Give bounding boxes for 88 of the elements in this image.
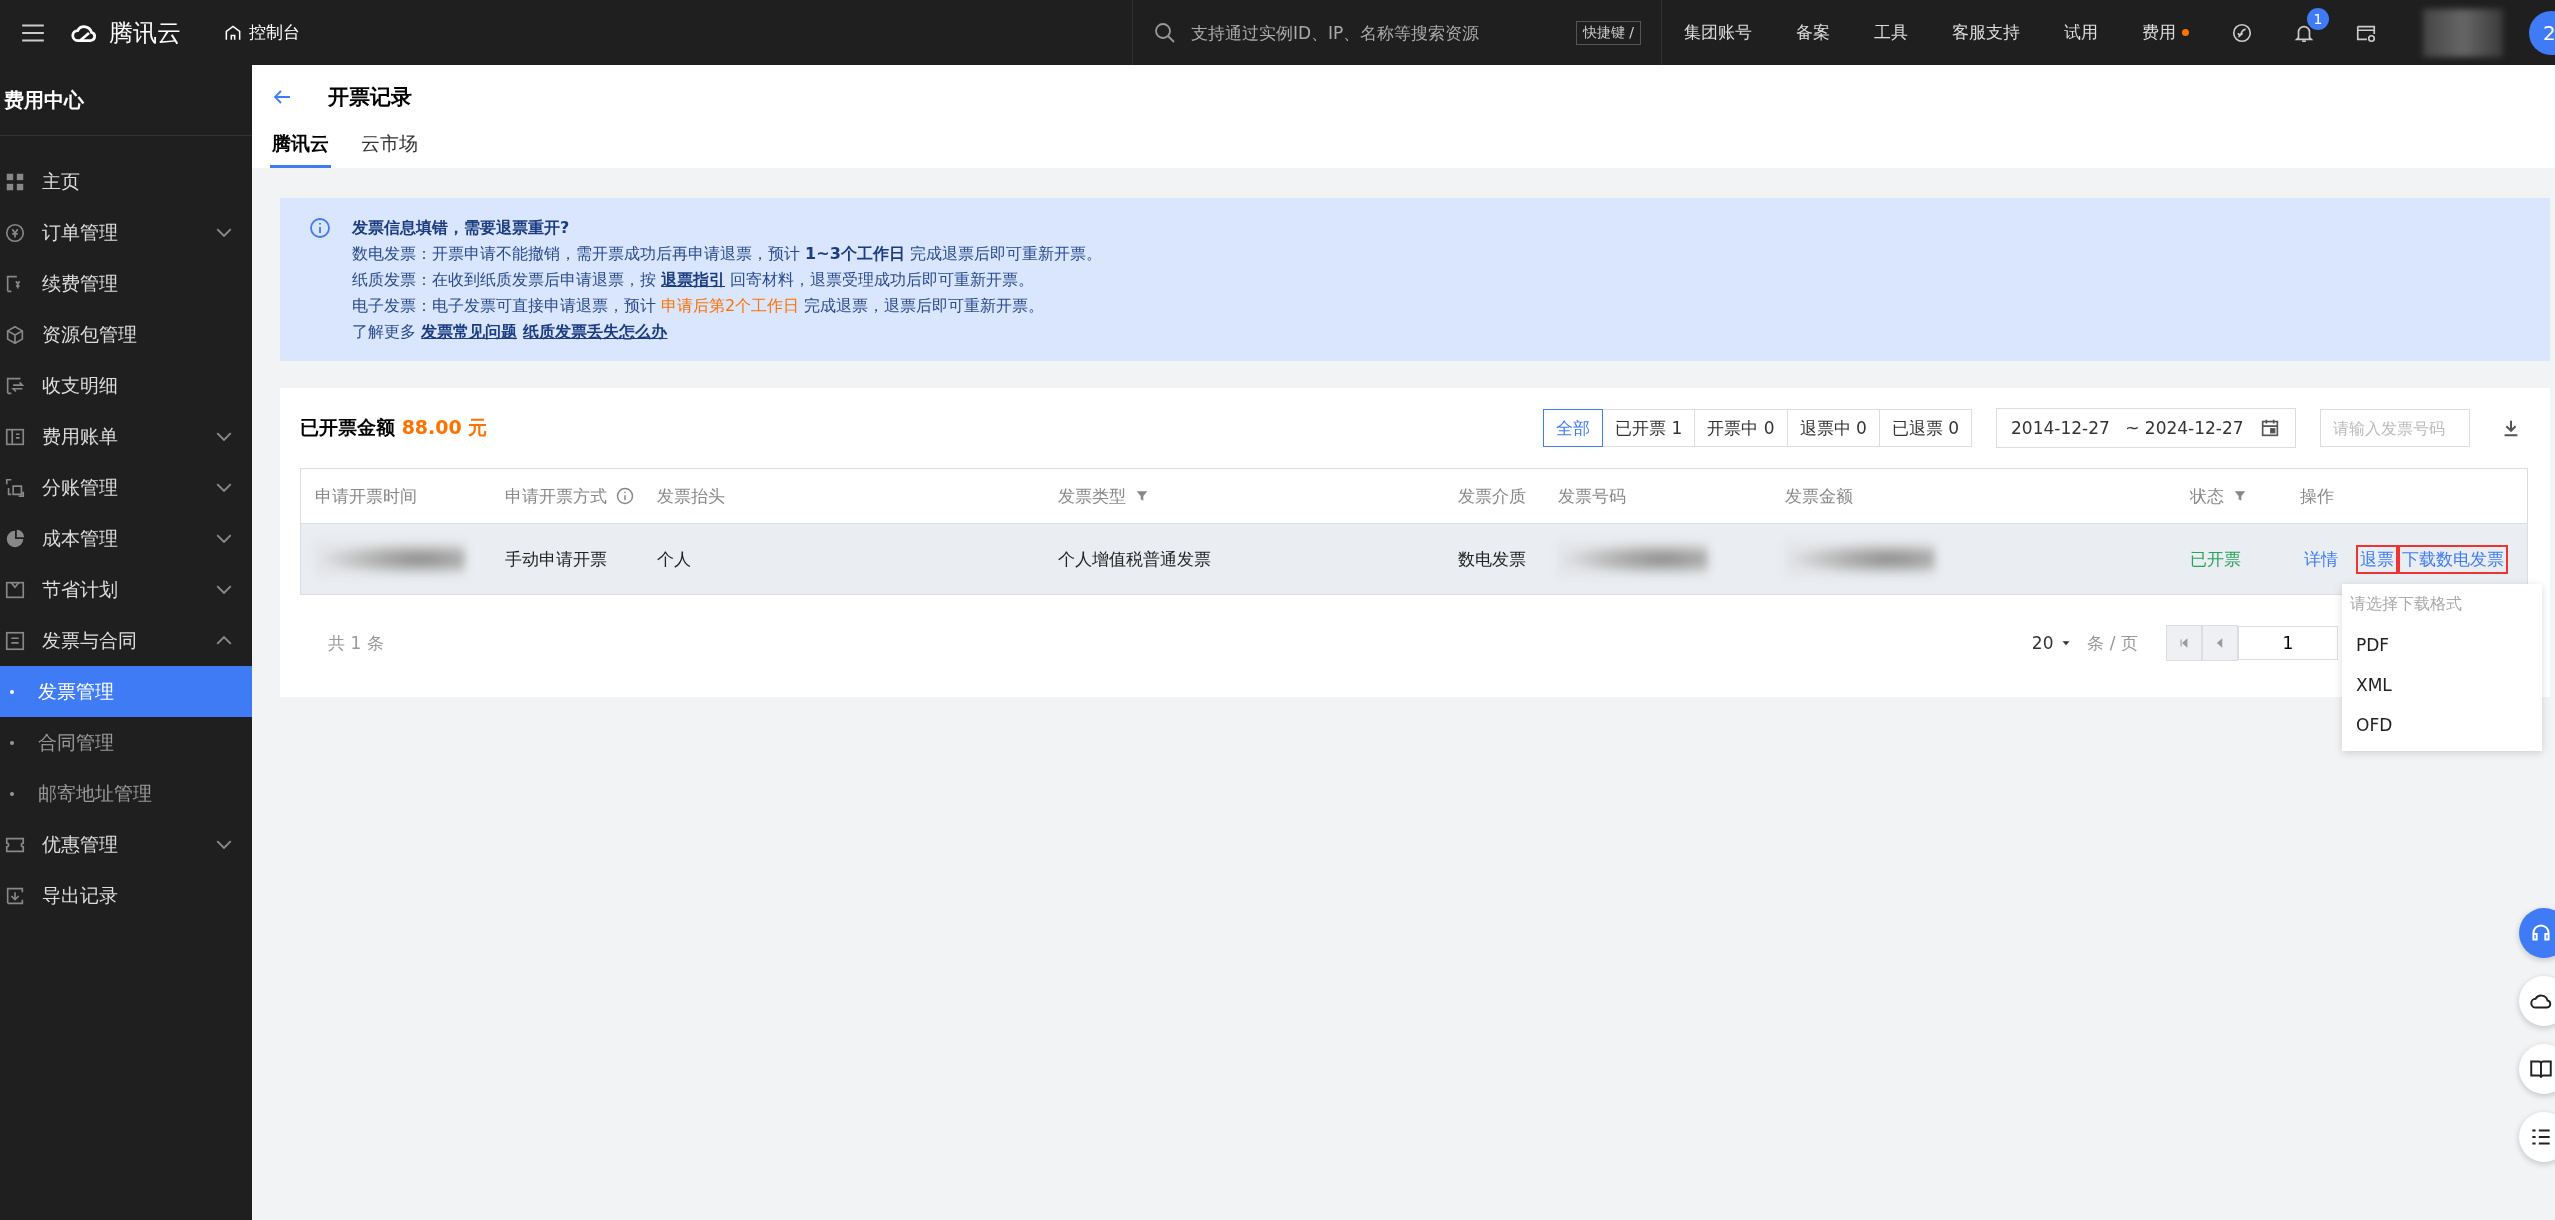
notice-link[interactable]: 发票常见问题 xyxy=(421,322,518,341)
page-title: 开票记录 xyxy=(328,84,412,111)
tab[interactable]: 腾讯云 xyxy=(270,125,331,168)
search-icon xyxy=(1153,20,1177,45)
first-page-icon xyxy=(2177,636,2191,650)
search-field[interactable]: 支持通过实例ID、IP、名称等搜索资源 xyxy=(1189,21,1564,44)
invoice-number-field[interactable]: 请输入发票号码 xyxy=(2320,409,2470,447)
sidebar-item[interactable]: 费用账单 xyxy=(0,411,252,462)
avatar-image[interactable] xyxy=(2423,8,2503,57)
menu-item-icon xyxy=(4,221,26,244)
sidebar-item[interactable]: 发票与合同 xyxy=(0,615,252,666)
status-filter[interactable]: 退票中 0 xyxy=(1786,409,1880,447)
info-icon xyxy=(308,216,332,240)
notice-line: 纸质发票：在收到纸质发票后申请退票，按 退票指引 回寄材料，退票受理成功后即可重新开票。 xyxy=(352,269,1036,291)
notice-line: 了解更多 发票常见问题 纸质发票丢失怎么办 xyxy=(352,321,669,343)
sidebar-item[interactable]: 资源包管理 xyxy=(0,309,252,360)
status-filter[interactable]: 已开票 1 xyxy=(1602,409,1696,447)
table-cell: 手动申请开票 xyxy=(504,548,607,569)
sidebar-item[interactable]: 优惠管理 xyxy=(0,819,252,870)
column-header: 操作 xyxy=(2299,484,2334,508)
chevron-down-icon xyxy=(216,228,232,237)
date-range-field[interactable]: 2014-12-27 ~ 2024-12-27 xyxy=(1996,408,2296,448)
menu-item-icon xyxy=(4,527,26,550)
shortcut-hint: 快捷键 / xyxy=(1575,20,1641,45)
column-header: 发票金额 xyxy=(1784,484,1853,508)
info-icon xyxy=(614,486,635,506)
action-link[interactable]: 详情 xyxy=(2299,544,2342,574)
column-header: 申请开票时间 xyxy=(315,484,417,508)
sidebar-item[interactable]: 收支明细 xyxy=(0,360,252,411)
user-avatar[interactable]: 2 xyxy=(2529,10,2555,55)
sidebar-item[interactable]: 成本管理 xyxy=(0,513,252,564)
chevron-down-icon xyxy=(216,840,232,849)
sidebar-item[interactable]: 订单管理 xyxy=(0,207,252,258)
notice-title: 发票信息填错，需要退票重开? xyxy=(352,217,571,239)
status-text: 已开票 xyxy=(2189,548,2241,569)
sidebar-subitem[interactable]: 合同管理 xyxy=(0,717,252,768)
status-filter[interactable]: 全部 xyxy=(1543,409,1604,447)
chevron-down-icon xyxy=(216,483,232,492)
status-filter[interactable]: 开票中 0 xyxy=(1694,409,1788,447)
column-header: 发票号码 xyxy=(1557,484,1626,508)
console-link[interactable]: 控制台 xyxy=(249,21,300,44)
nav-link[interactable]: 工具 xyxy=(1874,21,1908,44)
column-header: 申请开票方式 xyxy=(504,484,607,508)
brand-name[interactable]: 腾讯云 xyxy=(109,16,181,49)
total-count: 共 1 条 xyxy=(328,631,384,655)
chevron-up-icon xyxy=(216,636,232,645)
sidebar-item[interactable]: 主页 xyxy=(0,156,252,207)
notice-link[interactable]: 退票指引 xyxy=(661,270,726,289)
menu-item-icon xyxy=(4,323,26,346)
page-input[interactable]: 1 xyxy=(2238,626,2338,660)
chevron-down-icon xyxy=(216,585,232,594)
menu-option[interactable]: XML xyxy=(2342,665,2542,705)
calendar-icon xyxy=(2259,417,2281,439)
chevron-down-icon xyxy=(216,432,232,441)
notice-line: 电子发票：电子发票可直接申请退票，预计 申请后第2个工作日 完成退票，退票后即可重新开票。 xyxy=(352,295,1046,317)
sidebar-item[interactable]: 续费管理 xyxy=(0,258,252,309)
table-cell: 个人 xyxy=(656,548,691,569)
column-header: 状态 xyxy=(2189,484,2224,508)
nav-link[interactable]: 客服支持 xyxy=(1952,21,2020,44)
sidebar-item[interactable]: 分账管理 xyxy=(0,462,252,513)
sidebar-subitem[interactable]: 发票管理 xyxy=(0,666,252,717)
invoiced-amount: 已开票金额 88.00 元 xyxy=(300,415,488,440)
menu-item-icon xyxy=(4,629,26,652)
chevron-down-icon xyxy=(216,534,232,543)
notice-line: 数电发票：开票申请不能撤销，需开票成功后再申请退票，预计 1~3个工作日 完成退票后即可重新开票。 xyxy=(352,243,1102,265)
notice-link[interactable]: 纸质发票丢失怎么办 xyxy=(523,322,668,341)
table-cell: 个人增值税普通发票 xyxy=(1057,548,1211,569)
nav-link[interactable]: 费用 xyxy=(2142,21,2176,44)
swirl-icon xyxy=(2231,21,2253,44)
menu-option[interactable]: PDF xyxy=(2342,625,2542,665)
nav-link[interactable]: 备案 xyxy=(1796,21,1830,44)
tab[interactable]: 云市场 xyxy=(359,125,420,168)
page-size-label: 条 / 页 xyxy=(2087,631,2138,655)
column-header: 发票抬头 xyxy=(656,484,725,508)
menu-item-icon xyxy=(4,476,26,499)
column-header: 发票介质 xyxy=(1457,484,1526,508)
nav-link[interactable]: 集团账号 xyxy=(1684,21,1752,44)
nav-link[interactable]: 试用 xyxy=(2064,21,2098,44)
status-filter[interactable]: 已退票 0 xyxy=(1878,409,1972,447)
notification-badge: 1 xyxy=(2307,7,2329,30)
sidebar-subitem[interactable]: 邮寄地址管理 xyxy=(0,768,252,819)
menu-title: 请选择下载格式 xyxy=(2349,593,2463,615)
sidebar-item[interactable]: 导出记录 xyxy=(0,870,252,921)
menu-option[interactable]: OFD xyxy=(2342,705,2542,745)
page-size-select[interactable]: 20 xyxy=(2025,632,2080,654)
table-cell: 数电发票 xyxy=(1457,548,1526,569)
sidebar-item[interactable]: 节省计划 xyxy=(0,564,252,615)
column-header: 发票类型 xyxy=(1057,484,1126,508)
